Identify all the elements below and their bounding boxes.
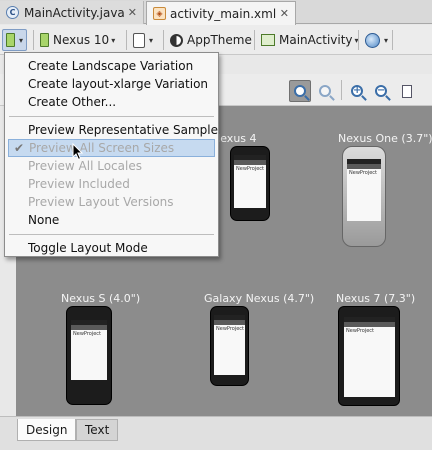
tab-label: activity_main.xml	[170, 6, 277, 21]
preview-text: NewProject	[236, 166, 265, 172]
device-label-nexus-one: Nexus One (3.7")	[338, 132, 432, 145]
menu-item-preview-all-locales[interactable]: Preview All Locales	[5, 157, 218, 175]
toolbar-divider	[126, 30, 127, 50]
chevron-down-icon: ▾	[384, 35, 389, 45]
activity-label: MainActivity	[279, 33, 353, 47]
toolbar-divider	[358, 30, 359, 50]
java-class-icon: C	[6, 6, 19, 19]
globe-icon	[365, 32, 380, 48]
device-label-nexus-7: Nexus 7 (7.3")	[336, 292, 416, 305]
menu-item-label: Preview Included	[28, 177, 130, 191]
editor-mode-tabs: Design Text	[0, 416, 432, 450]
menu-item-toggle-layout-mode[interactable]: Toggle Layout Mode	[5, 239, 218, 257]
close-icon[interactable]: ✕	[128, 6, 137, 19]
toolbar-divider	[341, 80, 342, 100]
preview-text: NewProject	[216, 326, 245, 332]
device-dropdown[interactable]: Nexus 10 ▾	[40, 29, 115, 51]
tab-activity-main-xml[interactable]: ◈ activity_main.xml ✕	[146, 1, 296, 25]
device-label-nexus-s: Nexus S (4.0")	[61, 292, 141, 305]
menu-item-label: Preview Representative Sample	[28, 123, 219, 137]
zoom-to-fit-button[interactable]	[289, 80, 311, 102]
toolbar-divider	[254, 30, 255, 50]
menu-item-preview-layout-versions[interactable]: Preview Layout Versions	[5, 193, 218, 211]
orientation-dropdown[interactable]: ▾	[133, 29, 153, 51]
preview-text: NewProject	[349, 170, 378, 176]
chevron-down-icon: ▾	[111, 35, 116, 45]
layout-toolbar: ▾ Nexus 10 ▾ ▾ AppTheme MainActivity ▾ ▾	[0, 25, 432, 55]
orientation-icon	[133, 32, 145, 48]
toolbar-divider	[33, 30, 34, 50]
tab-text[interactable]: Text	[76, 419, 119, 441]
chevron-down-icon: ▾	[149, 35, 154, 45]
device-label: Nexus 10	[53, 33, 110, 47]
menu-item-label: Preview All Locales	[28, 159, 142, 173]
zoom-out-icon: −	[375, 85, 387, 97]
menu-item-preview-all-screen-sizes[interactable]: ✔ Preview All Screen Sizes	[8, 139, 215, 157]
activity-dropdown[interactable]: MainActivity ▾	[261, 29, 359, 51]
menu-item-create-other[interactable]: Create Other...	[5, 93, 218, 111]
configuration-popup-menu: Create Landscape Variation Create layout…	[4, 52, 219, 257]
menu-item-create-xlarge[interactable]: Create layout-xlarge Variation	[5, 75, 218, 93]
close-icon[interactable]: ✕	[280, 7, 289, 20]
menu-item-label: Preview Layout Versions	[28, 195, 174, 209]
activity-icon	[261, 34, 275, 46]
zoom-actual-button[interactable]	[314, 80, 336, 102]
xml-layout-icon: ◈	[153, 7, 166, 20]
tab-mainactivity-java[interactable]: C MainActivity.java ✕	[0, 1, 144, 24]
menu-item-preview-included[interactable]: Preview Included	[5, 175, 218, 193]
device-preview-nexus-4[interactable]: NewProject	[230, 146, 270, 221]
menu-item-label: Preview All Screen Sizes	[29, 141, 175, 155]
layout-file-icon	[6, 33, 15, 47]
menu-item-create-landscape[interactable]: Create Landscape Variation	[5, 57, 218, 75]
menu-divider	[9, 234, 214, 235]
configuration-dropdown[interactable]: ▾	[2, 29, 28, 51]
preview-text: NewProject	[346, 328, 375, 334]
menu-divider	[9, 116, 214, 117]
menu-item-label: None	[28, 213, 60, 227]
refresh-button[interactable]	[396, 80, 418, 102]
page-icon	[402, 84, 412, 98]
tab-label: MainActivity.java	[24, 5, 125, 20]
zoom-actual-icon	[319, 85, 331, 97]
preview-text: NewProject	[73, 331, 102, 337]
device-preview-galaxy-nexus[interactable]: NewProject	[210, 306, 249, 386]
zoom-out-button[interactable]: −	[370, 80, 392, 102]
zoom-in-button[interactable]: +	[346, 80, 368, 102]
zoom-fit-icon	[294, 85, 306, 97]
menu-item-none[interactable]: None	[5, 211, 218, 229]
device-label-galaxy-nexus: Galaxy Nexus (4.7")	[204, 292, 315, 305]
device-preview-nexus-7[interactable]: NewProject	[338, 306, 400, 406]
mouse-cursor-icon	[72, 143, 84, 161]
menu-item-preview-representative[interactable]: Preview Representative Sample	[5, 121, 218, 139]
chevron-down-icon: ▾	[19, 35, 24, 45]
device-preview-nexus-s[interactable]: NewProject	[66, 306, 112, 405]
editor-tab-bar: C MainActivity.java ✕ ◈ activity_main.xm…	[0, 0, 432, 25]
theme-dropdown[interactable]: AppTheme	[170, 29, 252, 51]
toolbar-divider	[163, 30, 164, 50]
device-icon	[40, 33, 49, 47]
tab-design[interactable]: Design	[17, 419, 77, 441]
toolbar-divider	[392, 30, 393, 50]
theme-label: AppTheme	[187, 33, 252, 47]
device-preview-nexus-one[interactable]: NewProject	[342, 146, 386, 247]
theme-icon	[170, 33, 183, 47]
zoom-in-icon: +	[351, 85, 363, 97]
locale-dropdown[interactable]: ▾	[365, 29, 388, 51]
checkmark-icon: ✔	[14, 141, 25, 155]
